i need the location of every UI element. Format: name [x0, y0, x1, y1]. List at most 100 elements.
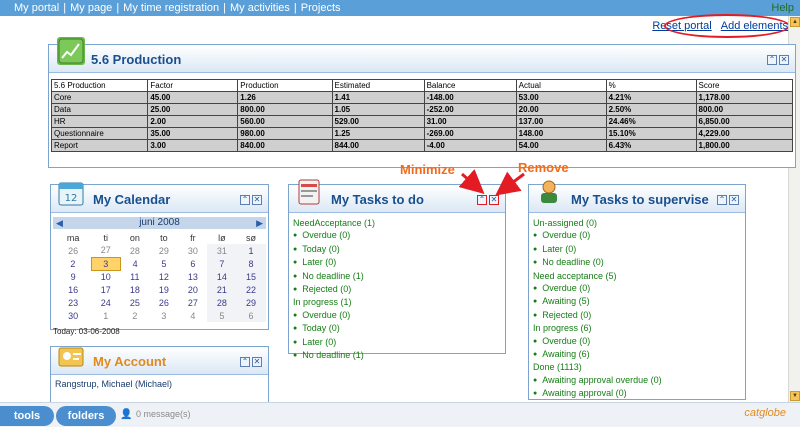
task-sub-item[interactable]: Awaiting approval (0): [533, 387, 662, 400]
nav-item-my-portal[interactable]: My portal: [14, 2, 59, 14]
calendar-day-today[interactable]: 3: [90, 256, 121, 271]
task-group[interactable]: In progress (1): [293, 296, 375, 308]
calendar-day[interactable]: 23: [55, 296, 91, 309]
calendar-day[interactable]: 20: [178, 283, 207, 296]
weekday-label: to: [160, 232, 168, 243]
task-sub-item[interactable]: Awaiting (5): [533, 295, 662, 308]
task-sub-item[interactable]: Overdue (0): [293, 229, 375, 242]
task-group[interactable]: NeedAcceptance (1): [293, 217, 375, 229]
nav-item-my-activities[interactable]: My activities: [230, 2, 290, 14]
weekday-label: sø: [245, 232, 256, 243]
calendar-day[interactable]: 4: [120, 257, 149, 270]
help-link[interactable]: Help: [771, 2, 794, 14]
calendar-day[interactable]: 6: [236, 309, 266, 322]
calendar-day[interactable]: 9: [55, 270, 91, 283]
minimize-icon[interactable]: ⌃: [717, 195, 727, 205]
task-sub-item[interactable]: Rejected (0): [533, 309, 662, 322]
calendar-day[interactable]: 4: [178, 309, 207, 322]
task-sub-item[interactable]: Awaiting (6): [533, 348, 662, 361]
task-sub-item[interactable]: Awaiting approval overdue (0): [533, 374, 661, 387]
calendar-day[interactable]: 6: [178, 257, 207, 270]
calendar-day[interactable]: 22: [236, 283, 266, 296]
task-sub-item[interactable]: Rejected (0): [293, 283, 375, 296]
calendar-day[interactable]: 12: [149, 270, 178, 283]
close-icon[interactable]: ✕: [252, 357, 262, 367]
task-sub-item[interactable]: No deadline (1): [293, 270, 375, 283]
task-sub-item[interactable]: Later (0): [293, 256, 375, 269]
calendar-day[interactable]: 30: [55, 309, 91, 322]
calendar-day[interactable]: 21: [207, 283, 237, 296]
calendar-day[interactable]: 1: [91, 309, 120, 322]
calendar-day[interactable]: 2: [55, 257, 91, 270]
calendar-day[interactable]: 17: [91, 283, 120, 296]
table-cell: 980.00: [237, 127, 333, 140]
calendar-day[interactable]: 15: [236, 270, 266, 283]
close-icon[interactable]: ✕: [729, 195, 739, 205]
close-icon[interactable]: ✕: [779, 55, 789, 65]
task-group[interactable]: Un-assigned (0): [533, 217, 662, 229]
calendar-day[interactable]: 14: [207, 270, 237, 283]
minimize-icon[interactable]: ⌃: [240, 357, 250, 367]
task-sub-item[interactable]: Overdue (0): [533, 282, 662, 295]
scroll-up-icon[interactable]: ▲: [790, 17, 800, 27]
table-cell: 20.00: [515, 103, 607, 116]
table-cell: 31.00: [423, 115, 517, 128]
nav-item-my-time-registration[interactable]: My time registration: [123, 2, 219, 14]
calendar-day[interactable]: 27: [91, 244, 120, 257]
task-sub-item[interactable]: Overdue (0): [293, 309, 375, 322]
calendar-day[interactable]: 3: [149, 309, 178, 322]
task-group[interactable]: Done (1113): [533, 361, 662, 373]
task-sub-item[interactable]: No deadline (0): [533, 256, 662, 269]
calendar-day[interactable]: 24: [91, 296, 120, 309]
calendar-day[interactable]: 26: [55, 244, 91, 257]
calendar-day[interactable]: 25: [120, 296, 149, 309]
calendar-day[interactable]: 10: [91, 270, 120, 283]
tasks-todo-title: My Tasks to do: [331, 192, 424, 207]
message-count[interactable]: 0 message(s): [136, 409, 191, 419]
calendar-day[interactable]: 30: [178, 244, 207, 257]
calendar-day[interactable]: 31: [207, 244, 237, 257]
tools-button[interactable]: tools: [0, 406, 54, 426]
calendar-day[interactable]: 19: [149, 283, 178, 296]
task-group[interactable]: Need acceptance (5): [533, 270, 662, 282]
calendar-day[interactable]: 29: [236, 296, 266, 309]
scroll-down-icon[interactable]: ▼: [790, 391, 800, 401]
calendar-day[interactable]: 28: [207, 296, 237, 309]
table-cell: -148.00: [423, 91, 517, 104]
task-sub-item[interactable]: Today (0): [293, 322, 375, 335]
calendar-day[interactable]: 27: [178, 296, 207, 309]
minimize-icon[interactable]: ⌃: [240, 195, 250, 205]
task-sub-item[interactable]: Overdue (0): [533, 229, 662, 242]
table-cell: 137.00: [515, 115, 607, 128]
nav-item-my-page[interactable]: My page: [70, 2, 112, 14]
calendar-day[interactable]: 13: [178, 270, 207, 283]
nav-item-projects[interactable]: Projects: [301, 2, 341, 14]
folders-button[interactable]: folders: [56, 406, 116, 426]
prev-month-icon[interactable]: ◀: [56, 217, 63, 229]
task-sub-item[interactable]: Later (0): [293, 336, 375, 349]
calendar-day[interactable]: 5: [149, 257, 178, 270]
task-sub-item[interactable]: Overdue (0): [533, 335, 662, 348]
calendar-day[interactable]: 29: [149, 244, 178, 257]
close-icon[interactable]: ✕: [252, 195, 262, 205]
calendar-day[interactable]: 1: [236, 244, 266, 257]
table-cell: 4.21%: [605, 91, 697, 104]
bottom-bar: tools folders 👤 0 message(s) catglobe: [0, 402, 800, 427]
calendar-day[interactable]: 26: [149, 296, 178, 309]
calendar-day[interactable]: 2: [120, 309, 149, 322]
calendar-title: My Calendar: [93, 192, 171, 207]
task-sub-item[interactable]: Today (0): [293, 243, 375, 256]
calendar-day[interactable]: 11: [120, 270, 149, 283]
calendar-day[interactable]: 5: [207, 309, 237, 322]
table-cell: 15.10%: [605, 127, 697, 140]
calendar-day[interactable]: 16: [55, 283, 91, 296]
calendar-day[interactable]: 18: [120, 283, 149, 296]
task-sub-item[interactable]: Later (0): [533, 243, 662, 256]
calendar-day[interactable]: 8: [236, 257, 266, 270]
task-sub-item[interactable]: No deadline (1): [293, 349, 375, 362]
task-group[interactable]: In progress (6): [533, 322, 662, 334]
calendar-day[interactable]: 28: [120, 244, 149, 257]
minimize-icon[interactable]: ⌃: [767, 55, 777, 65]
next-month-icon[interactable]: ▶: [256, 217, 263, 229]
calendar-day[interactable]: 7: [207, 257, 237, 270]
